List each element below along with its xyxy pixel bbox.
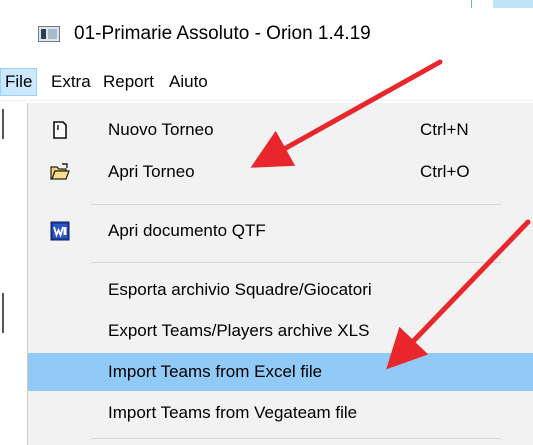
menu-item-apri-torneo[interactable]: Apri Torneo Ctrl+O — [28, 153, 533, 191]
menu-separator — [91, 262, 501, 263]
menu-item-nuovo-torneo[interactable]: Nuovo Torneo Ctrl+N — [28, 111, 533, 149]
file-dropdown-menu: Nuovo Torneo Ctrl+N Apri Torneo Ctrl+O A… — [27, 103, 533, 445]
menu-separator — [91, 438, 501, 439]
window-edge-divider — [471, 0, 472, 8]
open-folder-icon — [50, 163, 70, 180]
menu-extra-label: Extra — [51, 72, 91, 91]
menu-item-export-teams-xls[interactable]: Export Teams/Players archive XLS — [28, 312, 533, 350]
edge-mark — [2, 109, 4, 139]
background-window-edge — [0, 103, 27, 445]
window-titlebar: 01-Primarie Assoluto - Orion 1.4.19 — [0, 0, 533, 62]
app-window-icon — [38, 26, 60, 42]
menu-item-label: Import Teams from Vegateam file — [108, 403, 358, 422]
menu-aiuto[interactable]: Aiuto — [165, 68, 212, 96]
menu-report[interactable]: Report — [99, 68, 158, 96]
menu-aiuto-label: Aiuto — [169, 72, 208, 91]
menu-report-label: Report — [103, 72, 155, 91]
menu-item-label: Apri documento QTF — [108, 221, 266, 240]
menu-item-esporta-archivio[interactable]: Esporta archivio Squadre/Giocatori — [28, 271, 533, 309]
menu-item-label: Esporta archivio Squadre/Giocatori — [108, 280, 372, 299]
menu-extra[interactable]: Extra — [47, 68, 95, 96]
window-corner-accent — [493, 0, 533, 8]
window-title: 01-Primarie Assoluto - Orion 1.4.19 — [74, 23, 371, 44]
new-document-icon — [53, 121, 67, 139]
menu-item-label: Apri Torneo — [108, 162, 195, 181]
menu-item-import-teams-excel[interactable]: Import Teams from Excel file — [28, 353, 533, 391]
menu-file[interactable]: File — [0, 68, 38, 96]
word-document-icon — [50, 221, 70, 241]
menu-item-shortcut: Ctrl+O — [420, 162, 470, 181]
menu-separator — [91, 204, 501, 205]
menu-file-label: File — [5, 72, 33, 91]
menu-item-import-teams-vegateam[interactable]: Import Teams from Vegateam file — [28, 394, 533, 432]
menu-bar: File Extra Report Aiuto — [0, 66, 533, 101]
menu-item-label: Import Teams from Excel file — [108, 362, 323, 381]
menu-item-shortcut: Ctrl+N — [420, 120, 469, 139]
menu-item-label: Nuovo Torneo — [108, 120, 214, 139]
edge-mark — [2, 293, 4, 333]
menu-item-label: Export Teams/Players archive XLS — [108, 321, 370, 340]
menu-item-apri-documento-qtf[interactable]: Apri documento QTF — [28, 212, 533, 250]
